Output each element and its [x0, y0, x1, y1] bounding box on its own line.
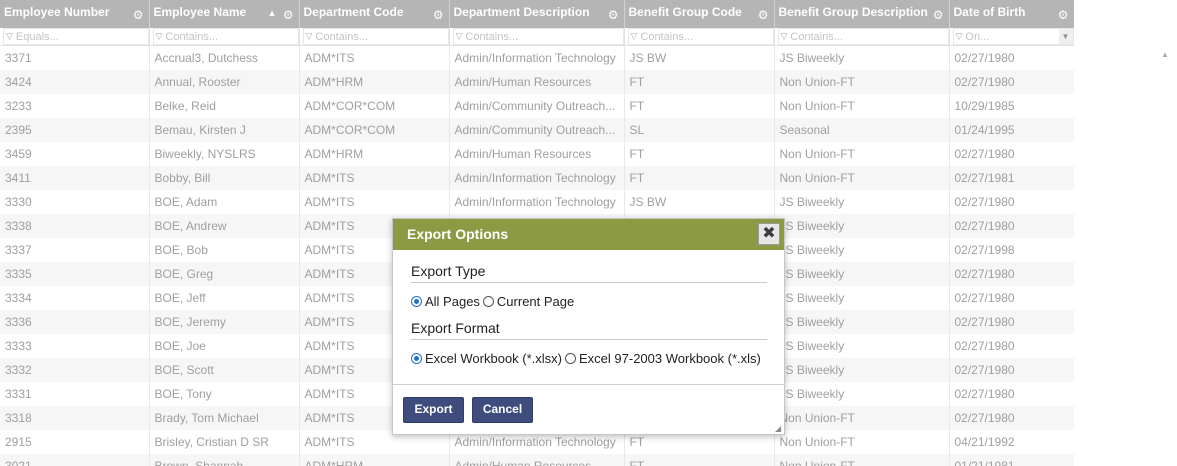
resize-handle-icon[interactable]: ◢	[775, 425, 783, 433]
all-pages-label[interactable]: All Pages	[425, 294, 480, 309]
export-type-options: All Pages Current Page	[411, 294, 577, 309]
export-type-heading: Export Type	[411, 263, 486, 279]
export-button[interactable]: Export	[403, 397, 464, 423]
dialog-footer-divider	[393, 384, 784, 385]
export-options-dialog: Export Options ✖ Export Type All Pages C…	[392, 218, 785, 435]
current-page-label[interactable]: Current Page	[497, 294, 574, 309]
xlsx-label[interactable]: Excel Workbook (*.xlsx)	[425, 351, 562, 366]
export-format-heading: Export Format	[411, 320, 500, 336]
current-page-radio[interactable]	[482, 296, 494, 307]
export-type-divider	[411, 282, 767, 283]
cancel-button[interactable]: Cancel	[472, 397, 533, 423]
all-pages-radio[interactable]	[411, 296, 422, 307]
dialog-title: Export Options	[407, 226, 509, 242]
export-format-divider	[411, 339, 767, 340]
export-format-options: Excel Workbook (*.xlsx) Excel 97-2003 Wo…	[411, 351, 764, 366]
xlsx-radio[interactable]	[411, 353, 422, 364]
xls-radio[interactable]	[565, 353, 577, 364]
close-icon[interactable]: ✖	[758, 223, 780, 245]
dialog-header: Export Options ✖	[393, 219, 784, 250]
xls-label[interactable]: Excel 97-2003 Workbook (*.xls)	[579, 351, 761, 366]
